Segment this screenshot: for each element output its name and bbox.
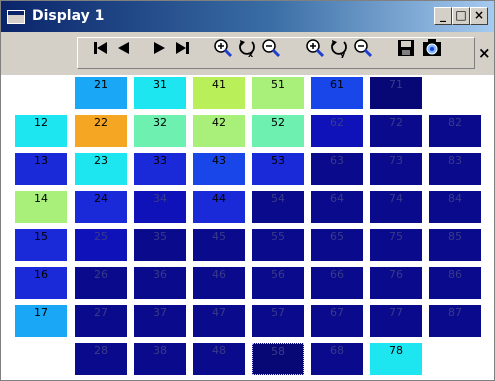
grid-cell-72[interactable]: 72 <box>370 115 422 147</box>
grid-cell-73[interactable]: 73 <box>370 153 422 185</box>
grid-cell-67[interactable]: 67 <box>311 305 363 337</box>
grid-cell-34[interactable]: 34 <box>134 191 186 223</box>
grid-cell-21[interactable]: 21 <box>75 77 127 109</box>
grid-cell-37[interactable]: 37 <box>134 305 186 337</box>
grid-cell-62[interactable]: 62 <box>311 115 363 147</box>
grid-cell-53[interactable]: 53 <box>252 153 304 185</box>
grid-cell-84[interactable]: 84 <box>429 191 481 223</box>
grid-cell-35[interactable]: 35 <box>134 229 186 261</box>
zoom-in-x-icon[interactable] <box>213 38 233 58</box>
grid-cell-24[interactable]: 24 <box>75 191 127 223</box>
grid-cell-22[interactable]: 22 <box>75 115 127 147</box>
grid-cell-78[interactable]: 78 <box>370 343 422 375</box>
toolbar-close-icon[interactable]: × <box>478 44 491 62</box>
grid-cell-63[interactable]: 63 <box>311 153 363 185</box>
grid-cell-47[interactable]: 47 <box>193 305 245 337</box>
grid-cell-61[interactable]: 61 <box>311 77 363 109</box>
grid-cell-41[interactable]: 41 <box>193 77 245 109</box>
last-frame-icon[interactable] <box>172 38 192 58</box>
close-button[interactable]: × <box>470 7 488 25</box>
window-icon <box>7 10 25 24</box>
grid-cell-71[interactable]: 71 <box>370 77 422 109</box>
grid-cell-54[interactable]: 54 <box>252 191 304 223</box>
reset-zoom-x-icon[interactable]: x <box>237 38 257 58</box>
grid-cell-56[interactable]: 56 <box>252 267 304 299</box>
grid-cell-12[interactable]: 12 <box>15 115 67 147</box>
grid-cell-77[interactable]: 77 <box>370 305 422 337</box>
grid-cell-66[interactable]: 66 <box>311 267 363 299</box>
toolbar: x y × <box>1 32 494 76</box>
zoom-out-x-icon[interactable] <box>261 38 281 58</box>
grid-cell-82[interactable]: 82 <box>429 115 481 147</box>
save-icon[interactable] <box>396 38 416 58</box>
grid-cell-51[interactable]: 51 <box>252 77 304 109</box>
grid-cell-58[interactable]: 58 <box>252 343 304 375</box>
grid-cell-31[interactable]: 31 <box>134 77 186 109</box>
grid-cell-15[interactable]: 15 <box>15 229 67 261</box>
display-window: Display 1 _ □ × x y × 21 31 41 51 61 71 … <box>0 0 495 381</box>
grid-cell-42[interactable]: 42 <box>193 115 245 147</box>
grid-cell-64[interactable]: 64 <box>311 191 363 223</box>
grid-cell-25[interactable]: 25 <box>75 229 127 261</box>
grid-cell-46[interactable]: 46 <box>193 267 245 299</box>
maximize-button[interactable]: □ <box>452 7 470 25</box>
svg-text:y: y <box>340 50 346 58</box>
grid-cell-85[interactable]: 85 <box>429 229 481 261</box>
minimize-button[interactable]: _ <box>434 7 452 25</box>
grid-cell-86[interactable]: 86 <box>429 267 481 299</box>
grid-cell-32[interactable]: 32 <box>134 115 186 147</box>
zoom-out-y-icon[interactable] <box>353 38 373 58</box>
grid-cell-76[interactable]: 76 <box>370 267 422 299</box>
next-frame-icon[interactable] <box>149 38 169 58</box>
zoom-in-y-icon[interactable] <box>305 38 325 58</box>
grid-cell-45[interactable]: 45 <box>193 229 245 261</box>
reset-zoom-y-icon[interactable]: y <box>329 38 349 58</box>
grid-cell-48[interactable]: 48 <box>193 343 245 375</box>
grid-cell-74[interactable]: 74 <box>370 191 422 223</box>
grid-cell-87[interactable]: 87 <box>429 305 481 337</box>
grid-cell-75[interactable]: 75 <box>370 229 422 261</box>
title-bar[interactable]: Display 1 _ □ × <box>1 1 494 32</box>
grid-cell-38[interactable]: 38 <box>134 343 186 375</box>
grid-cell-14[interactable]: 14 <box>15 191 67 223</box>
grid-cell-52[interactable]: 52 <box>252 115 304 147</box>
window-title: Display 1 <box>32 8 105 24</box>
grid-cell-68[interactable]: 68 <box>311 343 363 375</box>
grid-cell-17[interactable]: 17 <box>15 305 67 337</box>
grid-cell-57[interactable]: 57 <box>252 305 304 337</box>
previous-frame-icon[interactable] <box>114 38 134 58</box>
grid-cell-33[interactable]: 33 <box>134 153 186 185</box>
grid-cell-43[interactable]: 43 <box>193 153 245 185</box>
grid-cell-16[interactable]: 16 <box>15 267 67 299</box>
grid-cell-83[interactable]: 83 <box>429 153 481 185</box>
grid-cell-44[interactable]: 44 <box>193 191 245 223</box>
grid-cell-55[interactable]: 55 <box>252 229 304 261</box>
grid-cell-13[interactable]: 13 <box>15 153 67 185</box>
grid-cell-28[interactable]: 28 <box>75 343 127 375</box>
grid-cell-23[interactable]: 23 <box>75 153 127 185</box>
camera-icon[interactable] <box>422 38 442 58</box>
grid-cell-65[interactable]: 65 <box>311 229 363 261</box>
grid-cell-26[interactable]: 26 <box>75 267 127 299</box>
svg-text:x: x <box>248 50 254 58</box>
grid-cell-27[interactable]: 27 <box>75 305 127 337</box>
grid-cell-36[interactable]: 36 <box>134 267 186 299</box>
grid-display: 21 31 41 51 61 71 12 22 32 42 52 62 72 82 13 23 33 43 53 63… <box>1 75 494 380</box>
first-frame-icon[interactable] <box>91 38 111 58</box>
